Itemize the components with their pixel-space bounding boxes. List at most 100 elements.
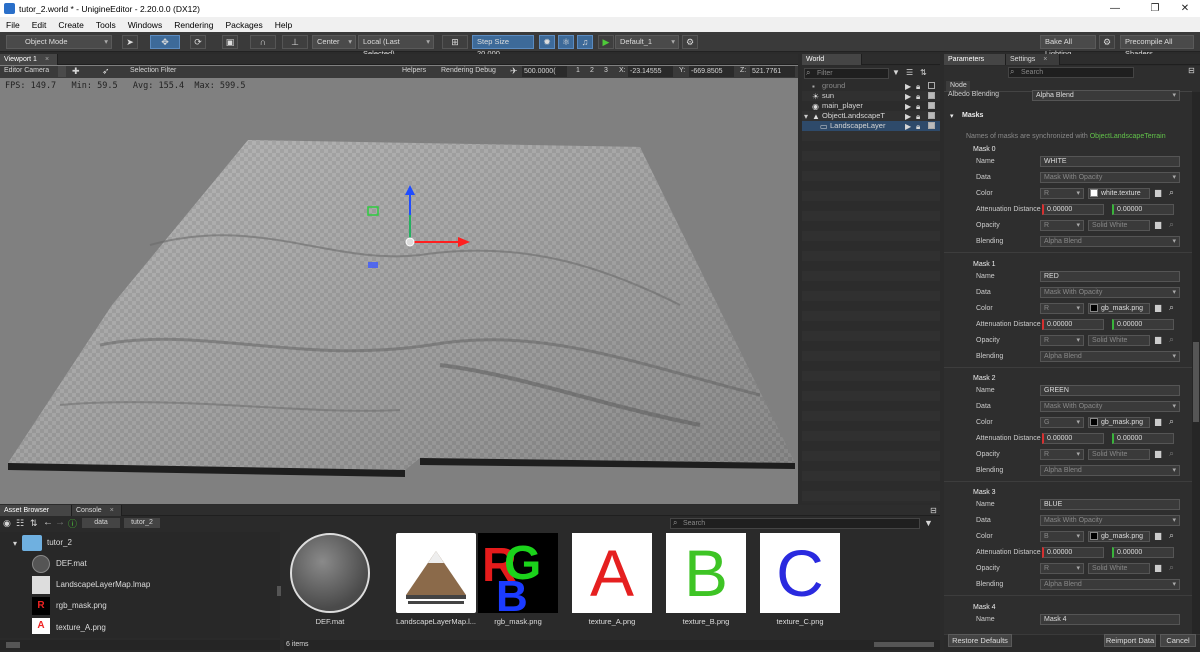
color-channel-select[interactable]: G <box>1040 417 1084 428</box>
attenuation-min-field[interactable]: 0.00000 <box>1042 433 1104 444</box>
selection-filter-button[interactable]: Selection Filter <box>130 67 176 74</box>
tree-item-texture-a[interactable]: texture_A.png <box>56 622 106 634</box>
opacity-texture-field[interactable]: Solid White <box>1088 220 1150 231</box>
search-icon[interactable]: ⌕ <box>1169 334 1174 345</box>
thumb-texture-c[interactable]: C <box>760 533 840 613</box>
play-settings-gear-icon[interactable]: ⚙ <box>682 35 698 49</box>
pivot-select[interactable]: Center <box>312 35 356 49</box>
enable-checkbox[interactable] <box>928 82 935 89</box>
expand-arrow-icon[interactable]: ▾ <box>13 539 17 548</box>
lock-icon[interactable]: 🔒︎ <box>916 112 920 122</box>
masks-section-arrow-icon[interactable]: ▾ <box>950 112 954 120</box>
tree-view-icon[interactable]: ☰ <box>906 68 913 77</box>
lock-icon[interactable]: 🔒︎ <box>916 122 920 132</box>
tab-viewport-1[interactable]: Viewport 1 × <box>0 54 58 65</box>
enable-checkbox[interactable] <box>928 112 935 119</box>
tree-item-rgb-mask[interactable]: rgb_mask.png <box>56 597 107 615</box>
cancel-button[interactable]: Cancel <box>1160 634 1196 647</box>
x-coordinate-field[interactable]: -23.14555 <box>628 66 673 77</box>
mask-name-field[interactable]: GREEN <box>1040 385 1180 396</box>
bake-settings-gear-icon[interactable]: ⚙ <box>1099 35 1115 49</box>
view-3-button[interactable]: 3 <box>604 67 608 74</box>
opacity-channel-select[interactable]: R <box>1040 449 1084 460</box>
mask-blending-select[interactable]: Alpha Blend <box>1040 351 1180 362</box>
lock-icon[interactable]: 🔒︎ <box>916 82 920 92</box>
menu-packages[interactable]: Packages <box>219 20 268 30</box>
attenuation-min-field[interactable]: 0.00000 <box>1042 204 1104 215</box>
color-channel-select[interactable]: R <box>1040 303 1084 314</box>
search-icon[interactable]: ⌕ <box>1169 416 1174 427</box>
search-icon[interactable]: ⌕ <box>1169 530 1174 541</box>
lighting-icon[interactable]: ✹ <box>539 35 555 49</box>
snap-tool-icon[interactable]: ∩ <box>250 35 276 49</box>
move-tool-icon[interactable]: ✥ <box>150 35 180 49</box>
masks-note-link[interactable]: ObjectLandscapeTerrain <box>1090 133 1166 140</box>
rotate-tool-icon[interactable]: ⟳ <box>190 35 206 49</box>
menu-help[interactable]: Help <box>269 20 298 30</box>
menu-create[interactable]: Create <box>52 20 90 30</box>
minimize-icon[interactable]: — <box>1098 0 1132 17</box>
folder-icon[interactable]: ▆ <box>1155 563 1161 572</box>
thumb-def-mat[interactable] <box>290 533 370 613</box>
thumb-texture-a[interactable]: A <box>572 533 652 613</box>
mask-data-select[interactable]: Mask With Opacity <box>1040 515 1180 526</box>
viewport-canvas[interactable] <box>0 65 798 504</box>
folder-icon[interactable]: ▆ <box>1155 220 1161 229</box>
scrollbar-track[interactable] <box>1192 92 1200 636</box>
thumb-texture-b[interactable]: B <box>666 533 746 613</box>
opacity-channel-select[interactable]: R <box>1040 563 1084 574</box>
lock-icon[interactable]: 🔒︎ <box>916 102 920 112</box>
splitter-handle[interactable] <box>277 586 281 596</box>
mask-data-select[interactable]: Mask With Opacity <box>1040 172 1180 183</box>
help-icon[interactable]: ⓘ <box>68 517 77 530</box>
opacity-texture-field[interactable]: Solid White <box>1088 449 1150 460</box>
folder-icon[interactable]: ▆ <box>1155 303 1161 312</box>
mask-name-field[interactable]: WHITE <box>1040 156 1180 167</box>
sort-icon[interactable]: ⇅ <box>920 68 927 77</box>
visibility-icon[interactable]: ▶ <box>905 112 911 121</box>
select-tool-icon[interactable]: ➤ <box>122 35 138 49</box>
mask-name-field[interactable]: Mask 4 <box>1040 614 1180 625</box>
tab-world-nodes[interactable]: World Nodes× <box>802 54 862 74</box>
folder-icon[interactable]: ▆ <box>1155 531 1161 540</box>
cursor-icon[interactable]: ➶ <box>102 66 110 77</box>
search-icon[interactable]: ⌕ <box>1169 219 1174 230</box>
enable-checkbox[interactable] <box>928 92 935 99</box>
precompile-shaders-button[interactable]: Precompile All Shaders <box>1120 35 1194 58</box>
world-nodes-filter-input[interactable]: Filter <box>804 68 889 79</box>
space-select[interactable]: Local (Last Selected) <box>358 35 434 58</box>
opacity-texture-field[interactable]: Solid White <box>1088 563 1150 574</box>
color-channel-select[interactable]: R <box>1040 188 1084 199</box>
sort-icon[interactable]: ⇅ <box>30 518 38 529</box>
folder-icon[interactable]: ▆ <box>1155 449 1161 458</box>
close-tab-icon[interactable]: × <box>110 507 114 514</box>
helpers-button[interactable]: Helpers <box>402 67 426 74</box>
tab-console[interactable]: Console × <box>72 505 122 516</box>
mask-name-field[interactable]: RED <box>1040 271 1180 282</box>
attenuation-max-field[interactable]: 0.00000 <box>1112 319 1174 330</box>
opacity-channel-select[interactable]: R <box>1040 335 1084 346</box>
visibility-icon[interactable]: ▶ <box>905 122 911 131</box>
step-size-field[interactable]: Step Size 20.000 <box>472 35 534 58</box>
breadcrumb-data[interactable]: data <box>82 518 120 528</box>
pin-icon[interactable]: ⊟ <box>930 506 937 515</box>
camera-dropdown-icon[interactable] <box>58 66 66 77</box>
mask-name-field[interactable]: BLUE <box>1040 499 1180 510</box>
sound-icon[interactable]: ♫ <box>577 35 593 49</box>
visibility-icon[interactable]: ▶ <box>905 92 911 101</box>
folder-icon[interactable]: ▆ <box>1155 188 1161 197</box>
tree-item-def-mat[interactable]: DEF.mat <box>56 555 87 573</box>
grid-snap-icon[interactable]: ⊞ <box>442 35 468 49</box>
asset-search-input[interactable]: Search <box>670 518 920 529</box>
tree-item-tutor-2[interactable]: tutor_2 <box>47 534 72 552</box>
ground-tool-icon[interactable]: ⊥ <box>282 35 308 49</box>
attenuation-min-field[interactable]: 0.00000 <box>1042 319 1104 330</box>
tree-item-landscape-layer-map[interactable]: LandscapeLayerMap.lmap <box>56 576 150 594</box>
view-1-button[interactable]: 1 <box>576 67 580 74</box>
attenuation-max-field[interactable]: 0.00000 <box>1112 547 1174 558</box>
tree-toggle-icon[interactable]: ☷ <box>16 518 24 529</box>
scrollbar-thumb[interactable] <box>1193 342 1199 422</box>
thumb-landscape-layer-map[interactable] <box>396 533 476 613</box>
attenuation-max-field[interactable]: 0.00000 <box>1112 204 1174 215</box>
thumb-rgb-mask[interactable]: R G B <box>478 533 558 613</box>
